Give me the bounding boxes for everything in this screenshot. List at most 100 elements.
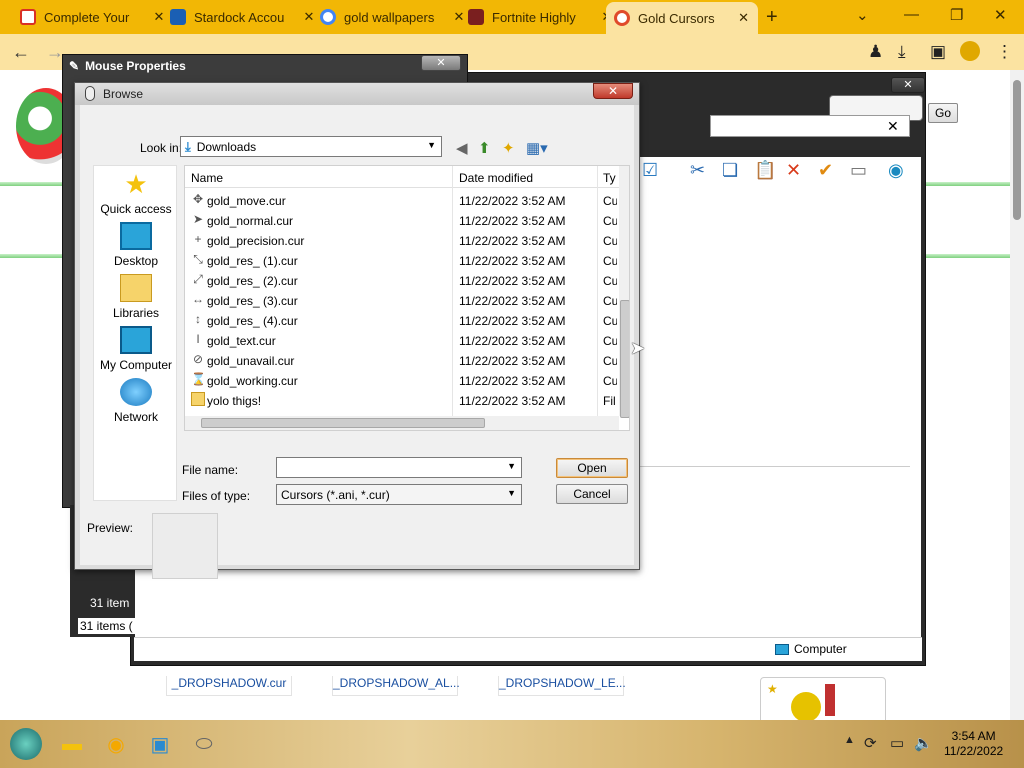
checkmark-icon[interactable]: ✔ (818, 160, 833, 181)
preview-box (152, 513, 218, 579)
explorer-search-box[interactable]: ✕ (710, 115, 910, 137)
tab-stardock[interactable]: Stardock Accou ✕ (162, 4, 324, 30)
shell-icon[interactable]: ◉ (888, 160, 904, 181)
file-row[interactable]: ⌛ gold_working.cur 11/22/2022 3:52 AM Cu (185, 370, 617, 390)
file-name-field[interactable]: ▼ (276, 457, 522, 478)
refresh-icon[interactable]: ⟳ (864, 734, 877, 752)
file-row[interactable]: ⤢ gold_res_ (2).cur 11/22/2022 3:52 AM Cu (185, 270, 617, 290)
new-tab-button[interactable]: + (766, 6, 778, 29)
scrollbar-thumb[interactable] (620, 300, 629, 418)
go-button[interactable]: Go (928, 103, 958, 123)
new-folder-icon[interactable]: ✦ (502, 139, 515, 157)
window-title: Mouse Properties (85, 59, 186, 73)
place-quick-access[interactable]: ★ Quick access (94, 170, 178, 216)
chevron-down-icon[interactable]: ⌄ (856, 6, 869, 24)
profile-icon[interactable] (960, 41, 980, 61)
scrollbar-thumb[interactable] (201, 418, 485, 428)
properties-icon[interactable]: ☑ (642, 160, 658, 181)
download-icon[interactable]: ⤓ (898, 42, 906, 62)
file-row[interactable]: ↕ gold_res_ (4).cur 11/22/2022 3:52 AM Cu (185, 310, 617, 330)
file-row[interactable]: ▭yolo thigs! 11/22/2022 3:52 AM Fil (185, 390, 617, 410)
mouse-icon[interactable]: ⬭ (188, 728, 220, 760)
view-menu-icon[interactable]: ▦▾ (526, 139, 548, 157)
tab-fortnite[interactable]: Fortnite Highly ✕ (460, 4, 622, 30)
rename-icon[interactable]: ▭ (850, 160, 867, 181)
unavailable-cursor-icon: ⊘ (192, 352, 204, 366)
column-date-modified[interactable]: Date modified (459, 171, 533, 185)
chevron-down-icon[interactable]: ▼ (507, 461, 516, 471)
chevron-down-icon: ▼ (507, 488, 516, 498)
file-row[interactable]: ⊘ gold_unavail.cur 11/22/2022 3:52 AM Cu (185, 350, 617, 370)
column-type[interactable]: Ty (603, 171, 616, 185)
scrollbar-thumb[interactable] (1013, 80, 1021, 220)
network-icon (120, 378, 152, 406)
file-type: Cu (603, 334, 617, 348)
restore-icon[interactable]: ❐ (950, 6, 963, 24)
resize-diag2-icon: ⤢ (193, 272, 203, 286)
up-folder-icon[interactable]: ⬆ (478, 139, 491, 157)
mouse-properties-close-button[interactable]: ✕ (421, 55, 461, 71)
cancel-button[interactable]: Cancel (556, 484, 628, 504)
copy-icon[interactable]: ❏ (722, 160, 738, 181)
back-icon[interactable]: ← (12, 42, 30, 63)
volume-icon[interactable]: 🔈 (914, 734, 933, 752)
explorer-controls[interactable]: ✕ (891, 77, 925, 93)
browse-dialog: Browse ✕ Look in: ⤓ Downloads ▼ ◀ ⬆ ✦ ▦▾… (74, 82, 640, 579)
side-panel-icon[interactable]: ▣ (930, 42, 946, 62)
file-row[interactable]: ⤡ gold_res_ (1).cur 11/22/2022 3:52 AM Cu (185, 250, 617, 270)
place-network[interactable]: Network (94, 378, 178, 424)
paste-icon[interactable]: 📋 (754, 160, 776, 181)
start-button[interactable] (10, 728, 42, 760)
display-icon[interactable]: ▭ (890, 734, 904, 752)
system-clock[interactable]: 3:54 AM 11/22/2022 (944, 729, 1003, 759)
back-arrow-icon[interactable]: ◀ (456, 139, 468, 157)
file-type: Cu (603, 354, 617, 368)
close-icon[interactable]: ✕ (737, 10, 750, 26)
browse-close-button[interactable]: ✕ (593, 83, 633, 99)
extension-icon[interactable]: ♟ (868, 42, 883, 62)
file-type: Cu (603, 254, 617, 268)
place-label: Libraries (112, 306, 160, 320)
file-row[interactable]: ↔ gold_res_ (3).cur 11/22/2022 3:52 AM Cu (185, 290, 617, 310)
close-icon[interactable]: ✕ (887, 118, 899, 135)
file-item[interactable]: _DROPSHADOW_AL... (332, 676, 460, 696)
look-in-dropdown[interactable]: ⤓ Downloads ▼ (180, 136, 442, 157)
file-thumbnail[interactable]: ★ (760, 677, 886, 725)
tab-complete-your[interactable]: Complete Your ✕ (12, 4, 174, 30)
delete-icon[interactable]: ✕ (786, 160, 801, 181)
open-button[interactable]: Open (556, 458, 628, 478)
file-list-hscroll[interactable] (185, 416, 619, 430)
chevron-up-icon[interactable]: ▲ (844, 734, 855, 746)
mouse-icon (85, 86, 95, 101)
tab-gold-cursors[interactable]: Gold Cursors ✕ (606, 2, 758, 34)
place-my-computer[interactable]: My Computer (94, 326, 178, 372)
status-item-count: 31 items ( (78, 618, 135, 634)
file-item[interactable]: _DROPSHADOW_LE... (498, 676, 626, 696)
file-row[interactable]: + gold_precision.cur 11/22/2022 3:52 AM Cu (185, 230, 617, 250)
control-panel-icon[interactable]: ▣ (144, 728, 176, 760)
file-type: Fil (603, 394, 616, 408)
cut-icon[interactable]: ✂ (690, 160, 705, 181)
file-row[interactable]: ➤ gold_normal.cur 11/22/2022 3:52 AM Cu (185, 210, 617, 230)
file-row[interactable]: ✥ gold_move.cur 11/22/2022 3:52 AM Cu (185, 190, 617, 210)
file-list-header: Name Date modified Ty (185, 166, 629, 188)
place-desktop[interactable]: Desktop (94, 222, 178, 268)
file-name: gold_res_ (3).cur (207, 294, 298, 308)
file-item[interactable]: _DROPSHADOW.cur (166, 676, 292, 696)
mouse-pointer-icon: ➤ (630, 338, 646, 358)
tab-gold-wallpapers[interactable]: gold wallpapers ✕ (312, 4, 474, 30)
file-type: Cu (603, 194, 617, 208)
place-libraries[interactable]: Libraries (94, 274, 178, 320)
folder-icon: ▭ (191, 392, 205, 406)
window-close-icon[interactable]: ✕ (994, 6, 1007, 24)
file-list-vscroll[interactable] (619, 166, 629, 418)
file-name: gold_move.cur (207, 194, 286, 208)
column-name[interactable]: Name (191, 171, 223, 185)
minimize-icon[interactable]: — (904, 6, 919, 23)
page-scrollbar[interactable] (1010, 70, 1024, 720)
file-row[interactable]: Igold_text.cur 11/22/2022 3:52 AM Cu (185, 330, 617, 350)
files-of-type-dropdown[interactable]: Cursors (*.ani, *.cur) ▼ (276, 484, 522, 505)
chrome-icon[interactable]: ◉ (100, 728, 132, 760)
menu-icon[interactable]: ⋮ (996, 42, 1013, 62)
file-explorer-icon[interactable]: ▬ (56, 728, 88, 760)
